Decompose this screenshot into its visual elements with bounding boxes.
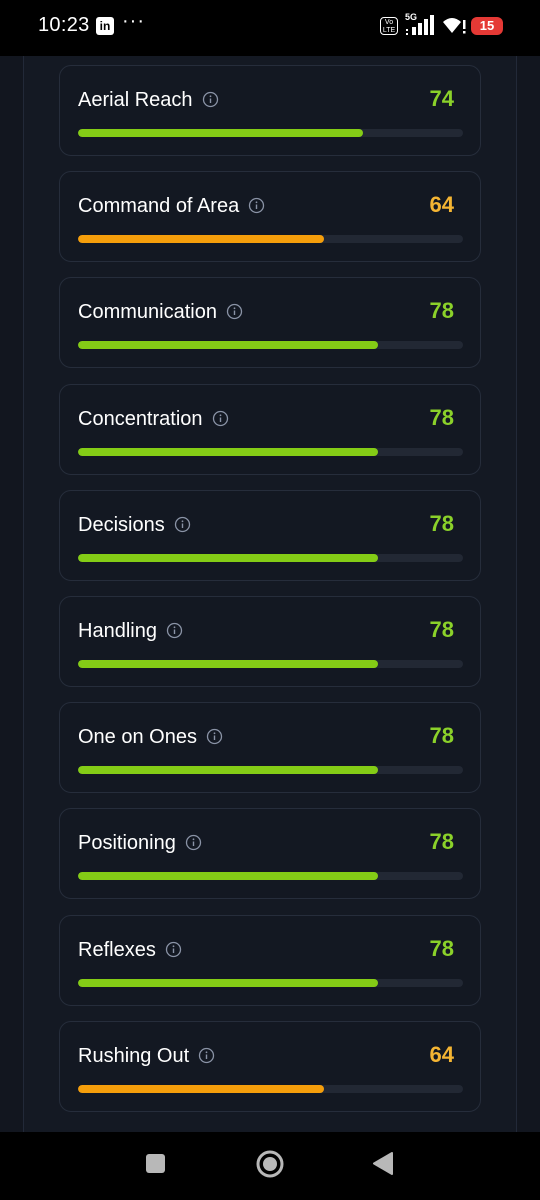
attribute-name: One on Ones xyxy=(78,726,197,748)
info-icon[interactable] xyxy=(165,941,182,958)
attribute-label-row: One on Ones xyxy=(78,726,223,749)
progress-fill xyxy=(78,1085,325,1093)
attribute-card[interactable]: Communication 78 xyxy=(59,277,481,368)
attribute-label-row: Rushing Out xyxy=(78,1045,215,1068)
attribute-value: 78 xyxy=(429,829,454,854)
attribute-name: Reflexes xyxy=(78,939,156,961)
progress-track xyxy=(78,235,463,243)
progress-track xyxy=(78,448,463,456)
info-icon[interactable] xyxy=(248,197,265,214)
attribute-card[interactable]: Handling 78 xyxy=(59,596,481,687)
attribute-value: 78 xyxy=(429,298,454,323)
attribute-value: 78 xyxy=(429,511,454,536)
attribute-name: Rushing Out xyxy=(78,1045,190,1067)
attribute-value: 64 xyxy=(429,1042,454,1067)
attribute-card[interactable]: Reflexes 78 xyxy=(59,915,481,1006)
progress-track xyxy=(78,766,463,774)
attribute-label-row: Handling xyxy=(78,620,183,643)
attribute-card[interactable]: Command of Area 64 xyxy=(59,171,481,262)
progress-fill xyxy=(78,554,379,562)
attribute-name: Communication xyxy=(78,301,217,323)
progress-fill xyxy=(78,979,379,987)
attribute-label-row: Communication xyxy=(78,301,243,324)
attribute-card[interactable]: Concentration 78 xyxy=(59,384,481,475)
progress-fill xyxy=(78,872,379,880)
attribute-label-row: Concentration xyxy=(78,408,229,431)
attribute-card[interactable]: One on Ones 78 xyxy=(59,702,481,793)
attribute-name: Aerial Reach xyxy=(78,89,193,111)
attribute-label-row: Command of Area xyxy=(78,195,265,218)
attribute-name: Concentration xyxy=(78,408,203,430)
info-icon[interactable] xyxy=(212,410,229,427)
status-time: 10:23 xyxy=(38,14,90,36)
home-circle-icon[interactable] xyxy=(256,1150,284,1178)
progress-fill xyxy=(78,660,379,668)
navigation-bar xyxy=(0,1132,540,1200)
info-icon[interactable] xyxy=(226,303,243,320)
attribute-label-row: Reflexes xyxy=(78,939,182,962)
info-icon[interactable] xyxy=(198,1047,215,1064)
progress-fill xyxy=(78,129,363,137)
info-icon[interactable] xyxy=(202,91,219,108)
progress-track xyxy=(78,554,463,562)
progress-track xyxy=(78,872,463,880)
progress-fill xyxy=(78,448,379,456)
attribute-card[interactable]: Positioning 78 xyxy=(59,808,481,899)
recents-square-icon[interactable] xyxy=(146,1154,165,1173)
progress-fill xyxy=(78,341,379,349)
attribute-card[interactable]: Decisions 78 xyxy=(59,490,481,581)
info-icon[interactable] xyxy=(166,622,183,639)
info-icon[interactable] xyxy=(185,834,202,851)
info-icon[interactable] xyxy=(206,728,223,745)
attribute-value: 78 xyxy=(429,617,454,642)
more-notifications-icon: ··· xyxy=(122,10,145,32)
wifi-icon xyxy=(443,18,466,34)
battery-indicator: 15 xyxy=(471,17,503,35)
screen: 10:23 in ··· Vo LTE 5G 15 Aerial Reach 74… xyxy=(0,0,540,1200)
attribute-name: Handling xyxy=(78,620,157,642)
linkedin-icon: in xyxy=(96,17,114,35)
progress-track xyxy=(78,341,463,349)
progress-track xyxy=(78,979,463,987)
signal-icon xyxy=(406,15,434,35)
attribute-card[interactable]: Rushing Out 64 xyxy=(59,1021,481,1112)
attribute-label-row: Decisions xyxy=(78,514,191,537)
attribute-label-row: Positioning xyxy=(78,832,202,855)
attribute-name: Decisions xyxy=(78,514,165,536)
attribute-value: 78 xyxy=(429,723,454,748)
attribute-value: 78 xyxy=(429,405,454,430)
attribute-value: 64 xyxy=(429,192,454,217)
volte-icon: Vo LTE xyxy=(380,17,398,35)
attribute-value: 74 xyxy=(429,86,454,111)
attribute-label-row: Aerial Reach xyxy=(78,89,219,112)
progress-fill xyxy=(78,766,379,774)
back-triangle-icon[interactable] xyxy=(372,1151,394,1176)
status-bar: 10:23 in ··· Vo LTE 5G 15 xyxy=(0,0,540,56)
attribute-value: 78 xyxy=(429,936,454,961)
attribute-name: Command of Area xyxy=(78,195,240,217)
progress-track xyxy=(78,660,463,668)
attribute-card[interactable]: Aerial Reach 74 xyxy=(59,65,481,156)
attribute-name: Positioning xyxy=(78,832,176,854)
progress-track xyxy=(78,1085,463,1093)
progress-track xyxy=(78,129,463,137)
progress-fill xyxy=(78,235,325,243)
info-icon[interactable] xyxy=(174,516,191,533)
